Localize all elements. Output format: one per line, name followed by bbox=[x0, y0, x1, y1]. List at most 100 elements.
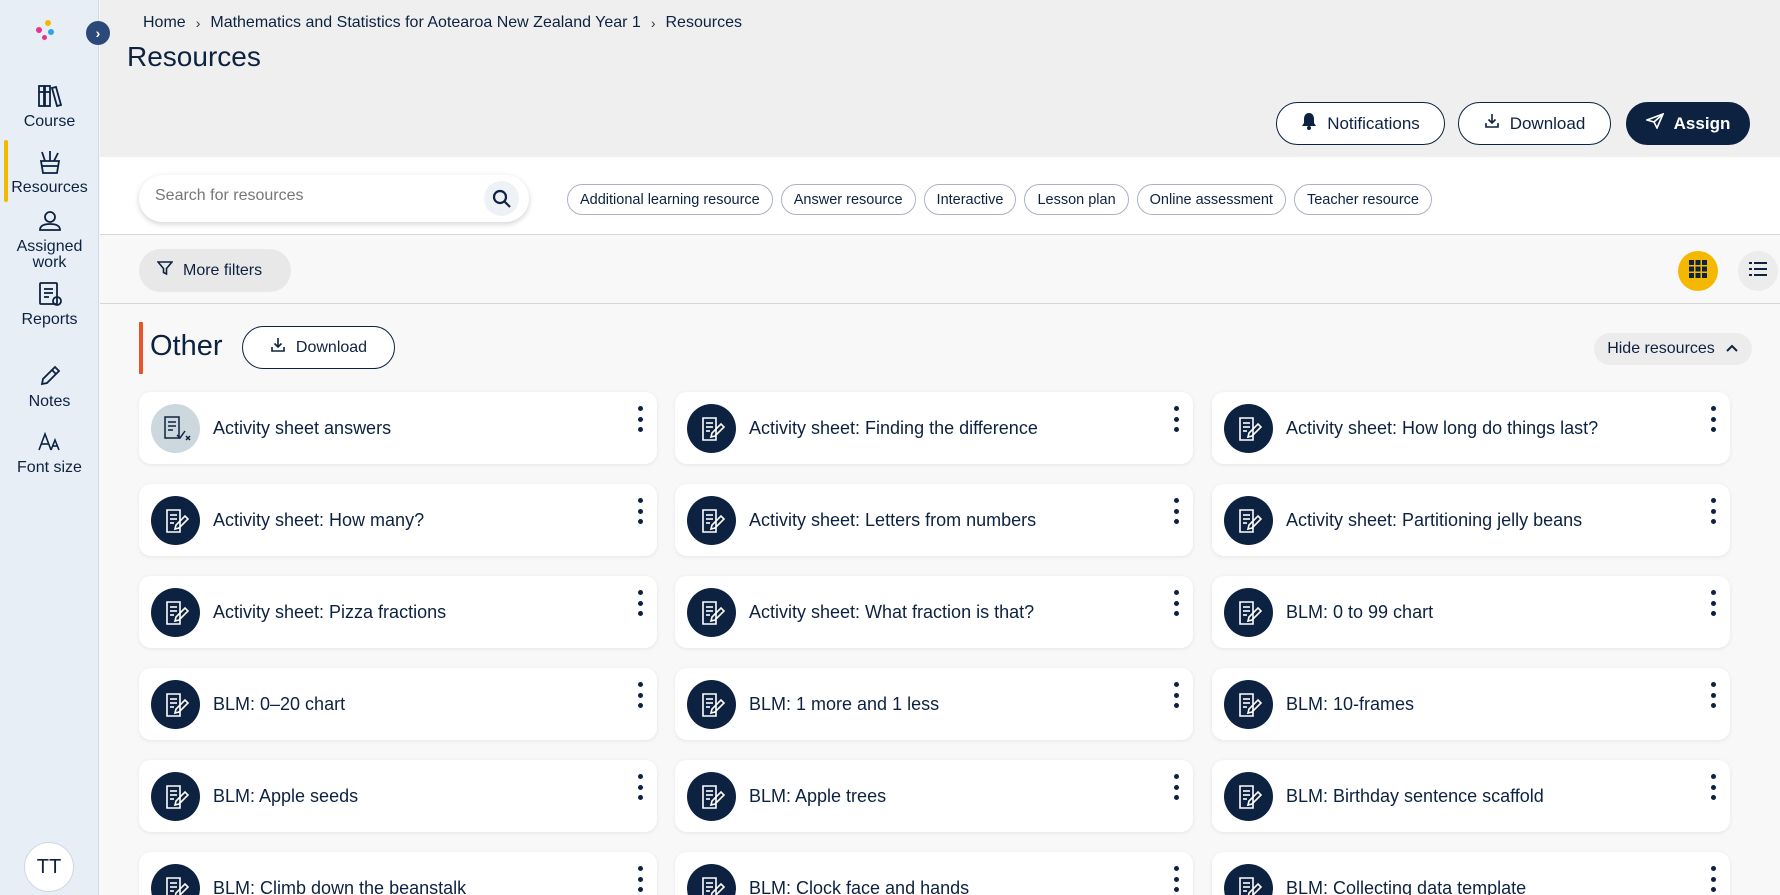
worksheet-icon bbox=[1224, 772, 1273, 821]
page-header: Home › Mathematics and Statistics for Ao… bbox=[100, 0, 1780, 157]
sidebar-item-label: Course bbox=[23, 113, 76, 130]
resource-card[interactable]: BLM: Birthday sentence scaffold bbox=[1212, 760, 1730, 832]
resource-card[interactable]: Activity sheet: Pizza fractions bbox=[139, 576, 657, 648]
resource-title[interactable]: BLM: Clock face and hands bbox=[749, 878, 969, 895]
resource-type-chips: Additional learning resource Answer reso… bbox=[567, 184, 1432, 215]
sidebar-item-assigned-work[interactable]: Assigned work bbox=[0, 207, 99, 271]
worksheet-icon bbox=[687, 588, 736, 637]
resource-card[interactable]: BLM: 10-frames bbox=[1212, 668, 1730, 740]
chip-additional-learning-resource[interactable]: Additional learning resource bbox=[567, 184, 773, 215]
sidebar-item-reports[interactable]: Reports bbox=[0, 280, 99, 328]
worksheet-icon bbox=[1224, 864, 1273, 895]
resource-title[interactable]: BLM: 10-frames bbox=[1286, 694, 1414, 715]
more-options-icon[interactable] bbox=[635, 866, 645, 892]
resource-title[interactable]: Activity sheet: What fraction is that? bbox=[749, 602, 1034, 623]
resource-card[interactable]: Activity sheet: Finding the difference bbox=[675, 392, 1193, 464]
search-input[interactable] bbox=[155, 187, 475, 205]
resource-card[interactable]: Activity sheet: Letters from numbers bbox=[675, 484, 1193, 556]
worksheet-icon bbox=[1224, 404, 1273, 453]
resource-title[interactable]: BLM: Birthday sentence scaffold bbox=[1286, 786, 1544, 807]
chip-interactive[interactable]: Interactive bbox=[923, 184, 1017, 215]
sidebar-collapse-button[interactable]: › bbox=[86, 21, 110, 45]
resource-title[interactable]: BLM: 0–20 chart bbox=[213, 694, 345, 715]
resource-card[interactable]: Activity sheet answers bbox=[139, 392, 657, 464]
avatar[interactable]: TT bbox=[24, 842, 74, 892]
resource-title[interactable]: Activity sheet: Letters from numbers bbox=[749, 510, 1036, 531]
download-button[interactable]: Download bbox=[1458, 102, 1611, 145]
resource-card[interactable]: BLM: Apple seeds bbox=[139, 760, 657, 832]
resource-title[interactable]: Activity sheet: Pizza fractions bbox=[213, 602, 446, 623]
more-options-icon[interactable] bbox=[1171, 682, 1181, 708]
resource-card[interactable]: BLM: Clock face and hands bbox=[675, 852, 1193, 895]
sidebar-item-label: Resources bbox=[11, 179, 88, 196]
more-options-icon[interactable] bbox=[1708, 682, 1718, 708]
more-options-icon[interactable] bbox=[1171, 498, 1181, 524]
resource-title[interactable]: BLM: 1 more and 1 less bbox=[749, 694, 939, 715]
worksheet-icon bbox=[151, 680, 200, 729]
resource-card[interactable]: BLM: 1 more and 1 less bbox=[675, 668, 1193, 740]
search-box bbox=[139, 175, 529, 222]
more-options-icon[interactable] bbox=[635, 498, 645, 524]
breadcrumb-home[interactable]: Home bbox=[143, 14, 186, 32]
sidebar-item-resources[interactable]: Resources bbox=[0, 140, 99, 202]
more-options-icon[interactable] bbox=[1171, 774, 1181, 800]
resource-title[interactable]: Activity sheet: How long do things last? bbox=[1286, 418, 1598, 439]
more-options-icon[interactable] bbox=[635, 406, 645, 432]
more-options-icon[interactable] bbox=[635, 682, 645, 708]
sidebar-item-course[interactable]: Course bbox=[0, 82, 99, 130]
filter-icon bbox=[156, 260, 174, 281]
sidebar-item-notes[interactable]: Notes bbox=[0, 362, 99, 410]
more-options-icon[interactable] bbox=[1171, 590, 1181, 616]
more-options-icon[interactable] bbox=[1171, 866, 1181, 892]
resource-title[interactable]: BLM: Collecting data template bbox=[1286, 878, 1526, 895]
assign-button[interactable]: Assign bbox=[1626, 102, 1750, 145]
chip-online-assessment[interactable]: Online assessment bbox=[1136, 184, 1286, 215]
hide-resources-label: Hide resources bbox=[1607, 340, 1715, 357]
hide-resources-button[interactable]: Hide resources bbox=[1594, 333, 1752, 365]
more-options-icon[interactable] bbox=[1708, 866, 1718, 892]
resource-title[interactable]: BLM: Climb down the beanstalk bbox=[213, 878, 466, 895]
resource-title[interactable]: Activity sheet: How many? bbox=[213, 510, 424, 531]
resource-card[interactable]: Activity sheet: How long do things last? bbox=[1212, 392, 1730, 464]
more-options-icon[interactable] bbox=[635, 774, 645, 800]
sidebar-item-label: Notes bbox=[28, 393, 71, 410]
more-options-icon[interactable] bbox=[1708, 774, 1718, 800]
search-icon[interactable] bbox=[484, 181, 519, 216]
chevron-right-icon: › bbox=[95, 25, 101, 41]
breadcrumb-course[interactable]: Mathematics and Statistics for Aotearoa … bbox=[210, 14, 640, 32]
more-filters-button[interactable]: More filters bbox=[139, 249, 291, 292]
more-options-icon[interactable] bbox=[1708, 406, 1718, 432]
resource-card[interactable]: BLM: 0–20 chart bbox=[139, 668, 657, 740]
chip-teacher-resource[interactable]: Teacher resource bbox=[1293, 184, 1432, 215]
chip-lesson-plan[interactable]: Lesson plan bbox=[1024, 184, 1129, 215]
resource-title[interactable]: BLM: Apple trees bbox=[749, 786, 886, 807]
resource-title[interactable]: Activity sheet: Finding the difference bbox=[749, 418, 1038, 439]
sidebar-item-font-size[interactable]: Font size bbox=[0, 428, 99, 476]
resource-card[interactable]: Activity sheet: What fraction is that? bbox=[675, 576, 1193, 648]
resource-title[interactable]: BLM: 0 to 99 chart bbox=[1286, 602, 1433, 623]
more-options-icon[interactable] bbox=[1708, 590, 1718, 616]
section-download-button[interactable]: Download bbox=[242, 326, 395, 369]
app-logo[interactable] bbox=[36, 20, 60, 44]
resource-card[interactable]: Activity sheet: Partitioning jelly beans bbox=[1212, 484, 1730, 556]
more-options-icon[interactable] bbox=[1171, 406, 1181, 432]
chip-answer-resource[interactable]: Answer resource bbox=[780, 184, 916, 215]
resource-card[interactable]: BLM: Climb down the beanstalk bbox=[139, 852, 657, 895]
resource-card[interactable]: Activity sheet: How many? bbox=[139, 484, 657, 556]
resource-title[interactable]: Activity sheet answers bbox=[213, 418, 391, 439]
resource-title[interactable]: BLM: Apple seeds bbox=[213, 786, 358, 807]
list-view-toggle[interactable] bbox=[1738, 251, 1778, 291]
sidebar-item-label: Assigned work bbox=[16, 238, 83, 271]
notifications-button[interactable]: Notifications bbox=[1276, 102, 1445, 145]
resource-card[interactable]: BLM: 0 to 99 chart bbox=[1212, 576, 1730, 648]
resource-title[interactable]: Activity sheet: Partitioning jelly beans bbox=[1286, 510, 1582, 531]
grid-view-toggle[interactable] bbox=[1678, 251, 1718, 291]
resource-card[interactable]: BLM: Apple trees bbox=[675, 760, 1193, 832]
grid-icon bbox=[1688, 259, 1708, 284]
worksheet-icon bbox=[151, 588, 200, 637]
more-options-icon[interactable] bbox=[635, 590, 645, 616]
more-options-icon[interactable] bbox=[1708, 498, 1718, 524]
worksheet-icon bbox=[687, 772, 736, 821]
resource-card[interactable]: BLM: Collecting data template bbox=[1212, 852, 1730, 895]
breadcrumb: Home › Mathematics and Statistics for Ao… bbox=[143, 14, 742, 32]
